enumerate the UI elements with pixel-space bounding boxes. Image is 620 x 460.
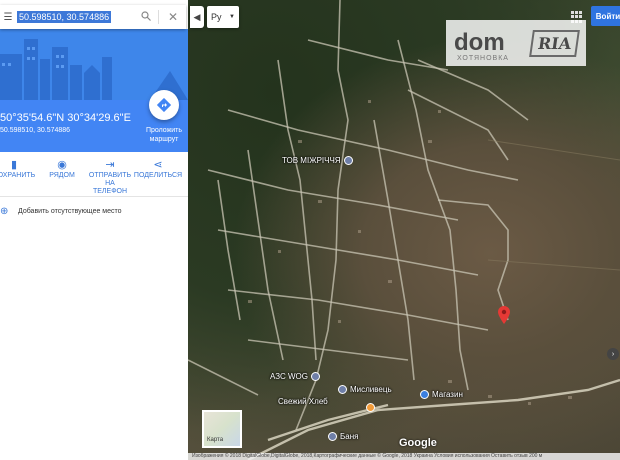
poi-mizhrichchia[interactable]: ТОВ МІЖРІЧЧЯ [282, 156, 353, 165]
watermark-sub: ХОТЯНОВКА [457, 55, 509, 62]
route-label-line2: маршрут [149, 136, 179, 143]
attribution-bar: Изображения © 2018 DigitalGlobe,DigitalG… [188, 453, 620, 460]
poi-label: АЗС WOG [270, 372, 308, 381]
directions-icon [157, 98, 171, 112]
poi-hunter-pin[interactable] [366, 403, 375, 412]
watermark-dom: dom [454, 29, 505, 56]
poi-azs[interactable]: АЗС WOG [270, 372, 320, 381]
search-input[interactable]: 50.598510, 30.574886 [17, 11, 112, 23]
watermark-ria: RIA [528, 29, 580, 57]
poi-pin-icon [328, 432, 337, 441]
nearby-button[interactable]: ◉ РЯДОМ [40, 158, 84, 180]
poi-label: Магазин [432, 390, 463, 399]
add-place-label: Добавить отсутствующее место [18, 208, 122, 215]
signin-button[interactable]: Войти [591, 6, 620, 26]
shop-pin-icon [366, 403, 375, 412]
gas-station-icon [310, 372, 320, 381]
nearby-label: РЯДОМ [49, 172, 75, 179]
map-type-label: Карта [207, 437, 224, 443]
send-to-phone-icon: ⇥ [105, 159, 115, 171]
poi-label: ТОВ МІЖРІЧЧЯ [282, 156, 341, 165]
send-to-phone-label-line2: НА ТЕЛЕФОН [92, 180, 128, 195]
search-box[interactable]: ☰ 50.598510, 30.574886 ✕ [0, 5, 186, 29]
expand-icon[interactable]: › [607, 348, 619, 360]
poi-bath[interactable]: Баня [328, 432, 358, 441]
map-type-toggle[interactable]: Карта [202, 410, 242, 448]
route-button[interactable] [149, 90, 179, 120]
coordinates-dms: 50°35'54.6"N 30°34'29.6"E [0, 112, 131, 124]
poi-label: Свежий Хлеб [278, 397, 328, 406]
menu-icon[interactable]: ☰ [0, 12, 16, 23]
google-logo: Google [399, 437, 437, 449]
shopping-bag-icon [420, 390, 429, 399]
poi-hunter[interactable]: Мисливець [338, 385, 392, 394]
close-icon[interactable]: ✕ [168, 10, 178, 24]
dropdown-arrow-icon: ▼ [229, 14, 235, 20]
section-divider [0, 196, 188, 197]
send-to-phone-button[interactable]: ⇥ ОТПРАВИТЬ НА ТЕЛЕФОН [88, 158, 132, 196]
search-icon[interactable] [141, 11, 151, 21]
share-button[interactable]: ⋖ ПОДЕЛИТЬСЯ [133, 158, 183, 180]
action-bar: ▮ СОХРАНИТЬ ◉ РЯДОМ ⇥ ОТПРАВИТЬ НА ТЕЛЕФ… [0, 158, 188, 195]
city-illustration [0, 39, 188, 100]
send-to-phone-label: ОТПРАВИТЬ НА ТЕЛЕФОН [88, 172, 132, 196]
share-icon: ⋖ [153, 159, 163, 171]
poi-pin-icon [338, 385, 347, 394]
poi-pin-icon [343, 156, 353, 165]
chevron-left-icon: ◀ [193, 11, 201, 22]
language-select[interactable]: Ру ▼ [207, 6, 239, 28]
language-value: Ру [211, 12, 222, 22]
poi-label: Мисливець [350, 385, 392, 394]
send-to-phone-label-line1: ОТПРАВИТЬ [88, 172, 132, 179]
poi-shop[interactable]: Магазин [420, 390, 463, 399]
location-marker-icon[interactable] [498, 306, 510, 324]
place-hero-image [0, 29, 188, 100]
map-canvas[interactable]: ТОВ МІЖРІЧЧЯ АЗС WOG Мисливець Свежий Хл… [188, 0, 620, 460]
domria-watermark: dom ХОТЯНОВКА RIA [446, 20, 586, 66]
collapse-panel-button[interactable]: ◀ [190, 6, 204, 28]
share-label: ПОДЕЛИТЬСЯ [133, 172, 183, 179]
road-network [188, 0, 620, 460]
nearby-icon: ◉ [57, 159, 67, 171]
add-missing-place[interactable]: ⊕ Добавить отсутствующее место [0, 206, 122, 217]
save-label: СОХРАНИТЬ [0, 172, 36, 179]
route-label[interactable]: Проложить маршрут [140, 126, 188, 144]
coordinates-decimal: 50.598510, 30.574886 [0, 127, 71, 134]
save-button[interactable]: ▮ СОХРАНИТЬ [0, 158, 36, 180]
bookmark-icon: ▮ [10, 159, 18, 171]
add-place-icon: ⊕ [0, 206, 9, 217]
search-divider [158, 10, 159, 24]
poi-bread[interactable]: Свежий Хлеб [278, 397, 328, 406]
poi-label: Баня [340, 432, 359, 441]
route-label-line1: Проложить [145, 127, 183, 134]
place-panel: ☰ 50.598510, 30.574886 ✕ 50°35'54.6"N 30… [0, 0, 188, 460]
